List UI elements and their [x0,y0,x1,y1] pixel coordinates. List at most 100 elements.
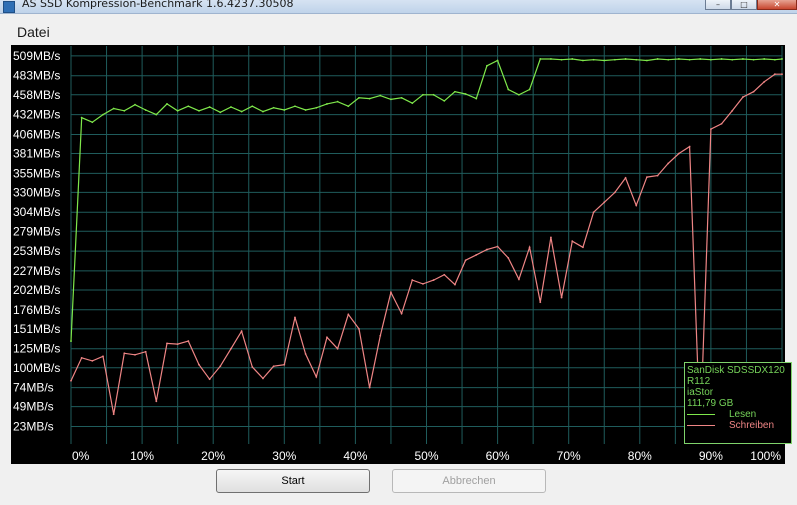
data-point-lesen [422,93,424,96]
data-point-schreiben [560,296,563,299]
x-tick-label: 100% [750,449,781,463]
data-point-lesen [240,110,243,113]
data-point-lesen [187,105,190,108]
data-point-lesen [144,109,147,111]
data-point-schreiben [411,279,414,281]
y-tick-label: 176MB/s [13,303,60,317]
data-point-lesen [155,113,158,116]
data-point-lesen [411,102,414,105]
maximize-button[interactable]: □ [731,0,757,10]
data-point-schreiben [773,73,776,76]
data-point-lesen [379,94,382,97]
data-point-lesen [720,58,723,60]
data-point-lesen [70,340,72,342]
close-button[interactable]: ✕ [757,0,797,10]
data-point-schreiben [656,174,659,177]
chart-legend: SanDisk SDSSDX120 R112 iaStor 111,79 GB … [684,362,792,444]
legend-entry-read: Lesen [687,409,756,420]
data-point-schreiben [582,246,584,249]
data-point-lesen [507,88,510,91]
data-point-lesen [603,59,606,62]
data-point-lesen [635,58,638,61]
data-point-lesen [699,58,702,60]
data-point-schreiben [720,122,723,125]
data-point-lesen [550,58,552,60]
data-point-lesen [272,106,275,109]
minimize-button[interactable]: – [705,0,731,10]
data-point-lesen [400,96,403,99]
data-point-schreiben [347,313,350,316]
data-point-schreiben [187,340,190,342]
data-point-schreiben [614,191,616,194]
data-point-schreiben [475,254,478,256]
y-tick-label: 74MB/s [13,381,54,395]
data-point-schreiben [251,366,254,368]
legend-firmware: R112 [687,376,711,387]
data-point-lesen [134,103,136,106]
data-point-schreiben [635,204,638,207]
data-point-schreiben [454,283,456,286]
data-point-schreiben [315,376,318,378]
legend-swatch-write [687,424,715,426]
data-point-lesen [741,58,744,60]
data-point-lesen [112,107,115,110]
start-button[interactable]: Start [216,469,370,493]
data-point-schreiben [752,90,755,93]
data-point-lesen [304,109,307,111]
data-point-schreiben [166,342,168,345]
y-tick-label: 151MB/s [13,322,60,336]
data-point-schreiben [144,350,147,353]
data-point-schreiben [304,353,307,355]
data-point-lesen [688,58,691,61]
data-point-schreiben [688,145,691,148]
data-point-lesen [347,105,350,108]
data-point-lesen [592,58,595,61]
data-point-schreiben [368,386,371,389]
data-point-lesen [518,93,520,96]
data-point-lesen [176,109,179,112]
data-point-schreiben [102,355,104,358]
data-point-schreiben [123,352,126,355]
x-tick-label: 60% [486,449,510,463]
data-point-lesen [773,58,776,61]
y-tick-label: 458MB/s [13,88,60,102]
legend-device: SanDisk SDSSDX120 [687,365,785,376]
data-point-schreiben [112,413,115,416]
data-point-schreiben [272,365,275,368]
benchmark-chart: 509MB/s 483MB/s 458MB/s 432MB/s 406MB/s 381MB… [11,45,785,464]
data-point-lesen [166,103,168,105]
y-tick-label: 227MB/s [13,264,60,278]
cancel-button[interactable]: Abbrechen [392,469,546,493]
data-point-schreiben [176,343,179,346]
data-point-lesen [326,103,328,105]
data-point-schreiben [678,152,680,155]
data-point-lesen [624,58,627,60]
data-point-schreiben [539,301,542,304]
data-point-schreiben [208,378,211,381]
data-point-schreiben [70,379,72,382]
data-point-schreiben [571,240,574,243]
data-point-lesen [315,106,318,109]
data-point-lesen [358,96,360,99]
legend-label-read: Lesen [729,409,757,420]
y-tick-label: 304MB/s [13,205,60,219]
data-point-schreiben [443,273,446,276]
data-point-schreiben [336,347,339,350]
data-point-schreiben [80,356,83,359]
y-tick-label: 100MB/s [13,361,60,375]
data-point-schreiben [326,336,328,339]
data-point-schreiben [198,363,200,366]
data-point-schreiben [422,282,424,285]
data-point-schreiben [358,327,360,330]
data-point-schreiben [91,359,94,362]
data-point-lesen [80,116,83,119]
data-point-lesen [91,121,94,124]
y-tick-label: 125MB/s [13,342,60,356]
data-point-schreiben [646,176,648,179]
data-point-schreiben [731,109,734,112]
data-point-schreiben [667,162,670,165]
data-point-lesen [208,106,211,108]
window-titlebar: AS SSD Kompression-Benchmark 1.6.4237.30… [0,0,797,14]
x-tick-label: 30% [272,449,296,463]
data-point-lesen [294,105,296,108]
